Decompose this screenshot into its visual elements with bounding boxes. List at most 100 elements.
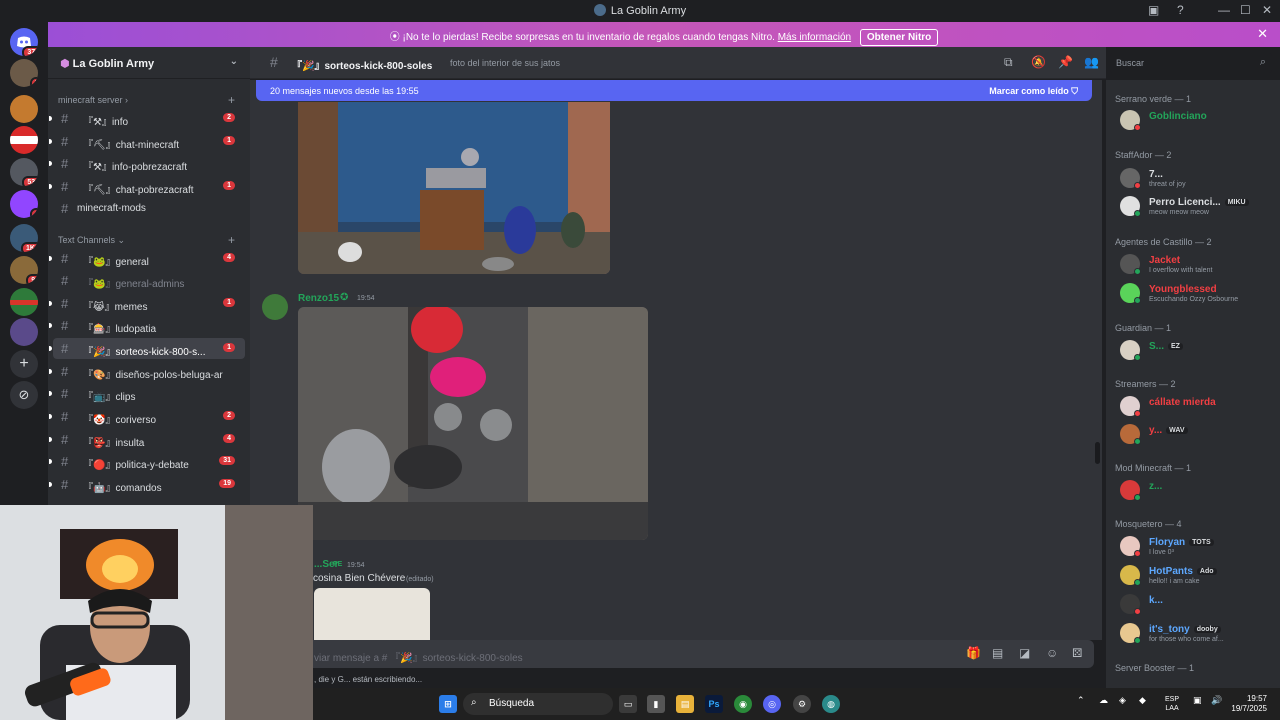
status-indicator <box>1134 297 1141 304</box>
member-item[interactable]: it's_tony dooby for those who come af... <box>1120 621 1280 647</box>
channel-general[interactable]: # 『🐸』general 4 <box>49 248 245 269</box>
server-icon[interactable]: 7 <box>10 59 38 87</box>
channel-disenos-polos[interactable]: # 『🎨』diseños-polos-beluga-ar... <box>49 361 245 382</box>
cloud-icon[interactable]: ☁ <box>1099 695 1108 706</box>
language-indicator[interactable]: ESP LAA <box>1165 695 1179 713</box>
server-name-header[interactable]: ⬢ La Goblin Army ⌄ <box>48 47 250 79</box>
task-view-icon[interactable]: ▭ <box>619 695 637 713</box>
channel-info-pobrezacraft[interactable]: # 『⚒』info-pobrezacraft <box>49 153 245 174</box>
server-icon[interactable] <box>10 95 38 123</box>
server-icon[interactable]: 90 <box>10 256 38 284</box>
tray-app-icon[interactable]: ◆ <box>1139 695 1146 706</box>
mention-badge: 1 <box>223 343 235 352</box>
windows-start-icon[interactable]: ⊞ <box>439 695 457 713</box>
mark-as-read-button[interactable]: Marcar como leído ⛉ <box>989 86 1078 97</box>
member-tag: Ado <box>1196 568 1217 575</box>
member-item[interactable]: HotPants Ado hello!! i am cake <box>1120 563 1280 589</box>
channel-politica-y-debate[interactable]: # 『🔴』politica-y-debate 31 <box>49 451 245 472</box>
member-item[interactable]: y... WAV <box>1120 422 1280 448</box>
member-item[interactable]: Youngblessed Escuchando Ozzy Osbourne <box>1120 281 1280 307</box>
channel-sorteos-kick-800-soles[interactable]: # 『🎉』sorteos-kick-800-s... 1 <box>49 338 245 359</box>
chat-scrollbar[interactable] <box>1095 442 1100 464</box>
nitro-more-info-link[interactable]: Más información <box>778 32 851 43</box>
app-icon[interactable]: ◍ <box>822 695 840 713</box>
add-channel-icon[interactable]: + <box>228 93 235 107</box>
channel-memes[interactable]: # 『😹』memes 1 <box>49 293 245 314</box>
gif-icon[interactable]: ▤ <box>992 646 1003 660</box>
new-messages-bar[interactable]: 20 mensajes nuevos desde las 19:55 Marca… <box>256 80 1092 101</box>
sticker-icon[interactable]: ◪ <box>1019 646 1030 660</box>
role-header: Server Booster — 1 <box>1115 663 1195 673</box>
member-item[interactable]: z... <box>1120 478 1280 504</box>
add-server-icon[interactable]: + <box>10 350 38 378</box>
gift-icon[interactable]: 🎁 <box>966 646 981 660</box>
help-icon[interactable]: ? <box>1177 3 1184 17</box>
threads-icon[interactable]: ⧉ <box>1004 55 1013 70</box>
channel-chat-pobrezacraft[interactable]: # 『⛏』chat-pobrezacraft 1 <box>49 176 245 197</box>
role-header: Streamers — 2 <box>1115 379 1176 389</box>
apps-icon[interactable]: ⚄ <box>1072 646 1082 660</box>
server-icon[interactable]: 1K+ <box>10 224 38 252</box>
category-minecraft-server[interactable]: minecraft server › + <box>58 93 235 107</box>
message-author[interactable]: Renzo15 <box>298 293 339 304</box>
notifications-muted-icon[interactable]: 🔕 <box>1031 55 1046 69</box>
category-text-channels[interactable]: Text Channels ⌄ + <box>58 233 235 247</box>
attachment-image[interactable] <box>314 588 430 640</box>
discord-taskbar-icon[interactable]: ◎ <box>763 695 781 713</box>
inbox-icon[interactable]: ▣ <box>1148 3 1159 17</box>
close-banner-icon[interactable]: ✕ <box>1257 26 1268 42</box>
channel-topic[interactable]: foto del interior de sus jatos <box>450 58 560 68</box>
clock[interactable]: 19:57 19/7/2025 <box>1229 694 1267 714</box>
member-item[interactable]: k... <box>1120 592 1280 618</box>
channel-minecraft-mods[interactable]: # minecraft-mods <box>53 198 245 219</box>
server-icon[interactable] <box>10 318 38 346</box>
member-item[interactable]: S... EZ <box>1120 338 1280 364</box>
channel-chat-minecraft[interactable]: # 『⛏』chat-minecraft 1 <box>49 131 245 152</box>
member-list-icon[interactable]: 👥 <box>1084 55 1099 69</box>
maximize-button[interactable]: ☐ <box>1240 3 1251 17</box>
attachment-image[interactable] <box>298 307 648 540</box>
member-item[interactable]: cállate mierda <box>1120 394 1280 420</box>
file-explorer-icon[interactable]: ▤ <box>676 695 694 713</box>
tray-chevron-icon[interactable]: ⌃ <box>1077 695 1085 706</box>
channel-comandos[interactable]: # 『🤖』comandos 19 <box>49 474 245 495</box>
channel-general-admins[interactable]: # 『🐸』general-admins <box>53 270 245 291</box>
channel-insulta[interactable]: # 『👺』insulta 4 <box>49 429 245 450</box>
member-item[interactable]: Goblinciano <box>1120 108 1280 134</box>
discover-icon[interactable]: ⊘ <box>10 381 38 409</box>
chrome-icon[interactable]: ◉ <box>734 695 752 713</box>
app-icon[interactable]: ⚙ <box>793 695 811 713</box>
member-item[interactable]: Floryan TOTS I love 0³ <box>1120 534 1280 560</box>
attachment-image[interactable] <box>298 102 610 274</box>
emoji-icon[interactable]: ☺ <box>1046 646 1058 660</box>
add-channel-icon[interactable]: + <box>228 233 235 247</box>
server-icon[interactable] <box>10 288 38 316</box>
app-icon[interactable]: ▮ <box>647 695 665 713</box>
twitch-server-icon[interactable]: 6 <box>10 190 38 218</box>
nitro-icon: ⦿ <box>389 32 403 43</box>
member-item[interactable]: Perro Licenci... MIKU meow meow meow <box>1120 194 1280 220</box>
network-icon[interactable]: ▣ <box>1193 695 1202 706</box>
photoshop-icon[interactable]: Ps <box>705 695 723 713</box>
tray-app-icon[interactable]: ◈ <box>1119 695 1126 706</box>
user-avatar[interactable] <box>262 294 288 320</box>
taskbar-search[interactable]: ⌕ Búsqueda <box>463 693 613 715</box>
minimize-button[interactable]: — <box>1218 3 1230 17</box>
search-input[interactable]: Buscar ⌕ <box>1110 53 1272 73</box>
channel-sidebar: ⬢ La Goblin Army ⌄ minecraft server › + … <box>48 47 250 512</box>
channel-ludopatia[interactable]: # 『🎰』ludopatia <box>49 315 245 336</box>
volume-icon[interactable]: 🔊 <box>1211 695 1222 706</box>
direct-messages-icon[interactable]: 372 <box>10 28 38 56</box>
channel-clips[interactable]: # 『📺』clips <box>49 383 245 404</box>
message-composer[interactable]: viar mensaje a # 『🎉』sorteos-kick-800-sol… <box>258 640 1094 668</box>
server-icon[interactable]: 530 <box>10 158 38 186</box>
channel-coriverso[interactable]: # 『🤡』coriverso 2 <box>49 406 245 427</box>
pin-icon[interactable]: 📌 <box>1058 55 1073 69</box>
member-item[interactable]: 7... threat of joy <box>1120 166 1280 192</box>
server-icon[interactable] <box>10 126 38 154</box>
channel-info[interactable]: # 『⚒』info 2 <box>49 108 245 129</box>
member-tag: WAV <box>1166 427 1188 434</box>
close-window-button[interactable]: ✕ <box>1262 3 1272 17</box>
member-item[interactable]: Jacket I overflow with talent <box>1120 252 1280 278</box>
get-nitro-button[interactable]: Obtener Nitro <box>859 29 939 46</box>
